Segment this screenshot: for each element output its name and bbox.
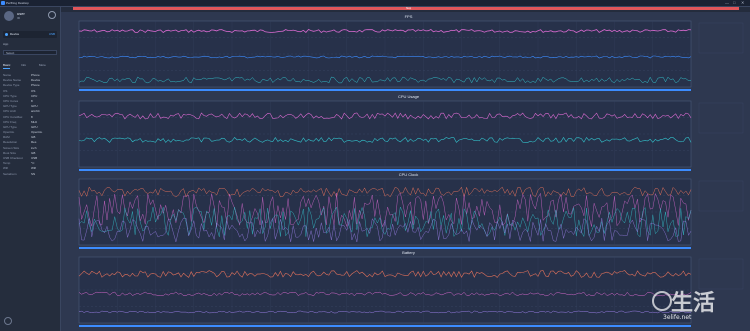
watermark-logo-text: 生活 — [671, 291, 716, 316]
top-strip: Stop — [61, 7, 750, 12]
tab-basic[interactable]: Basic — [3, 62, 11, 69]
app-select[interactable]: Select — [3, 50, 57, 55]
device-label: Device — [10, 32, 20, 36]
title-bar: PerfDog Desktop — □ ✕ — [0, 0, 750, 7]
app-label: App — [3, 42, 9, 46]
legend-box — [698, 22, 744, 54]
timeline-scrollbar — [79, 325, 691, 327]
close-button[interactable]: ✕ — [741, 0, 744, 6]
settings-icon[interactable] — [4, 317, 12, 325]
app-logo-icon — [1, 1, 5, 5]
watermark: 生活 3elife.net — [651, 283, 750, 331]
panel-fps: FPS — [71, 14, 746, 92]
gear-icon[interactable] — [48, 11, 56, 19]
device-info-list: Name Phone Device Name Device Device Type Pho… — [3, 73, 57, 177]
minimize-button[interactable]: — — [725, 0, 729, 6]
cpu-clock-chart[interactable] — [71, 172, 746, 250]
panel-cpu-clock: CPU Clock — [71, 172, 746, 250]
info-value: SN — [31, 171, 36, 176]
record-label: Stop — [406, 7, 412, 10]
watermark-url: 3elife.net — [663, 314, 692, 321]
user-id: ID — [17, 16, 20, 20]
info-key: Serialnum — [3, 171, 17, 176]
maximize-button[interactable]: □ — [733, 0, 735, 6]
info-row: Serialnum SN — [3, 172, 57, 177]
legend-box — [698, 102, 744, 134]
timeline-scrollbar — [79, 247, 691, 249]
connected-dot-icon — [5, 33, 8, 36]
battery-chart[interactable] — [71, 250, 746, 328]
cpu-usage-chart[interactable] — [71, 94, 746, 172]
tab-more[interactable]: More — [39, 62, 46, 68]
timeline-scrollbar — [79, 89, 691, 91]
tab-info[interactable]: Info — [21, 62, 26, 68]
main-area: Stop FPS CPU Usage CPU Clock Battery — [61, 7, 750, 331]
avatar[interactable] — [4, 11, 14, 21]
device-selector[interactable]: Device USB — [3, 31, 57, 38]
timeline-scrollbar — [79, 169, 691, 171]
usb-icon[interactable]: USB — [49, 31, 55, 38]
window-title: PerfDog Desktop — [6, 1, 29, 5]
watermark-logo-icon — [652, 291, 672, 311]
panel-battery: Battery — [71, 250, 746, 328]
sidebar: user ID Device USB App Select Basic Info… — [0, 7, 61, 331]
record-bar[interactable]: Stop — [73, 7, 739, 10]
legend-box — [698, 180, 744, 212]
panel-cpu-usage: CPU Usage — [71, 94, 746, 172]
fps-chart[interactable] — [71, 14, 746, 92]
info-tabs: Basic Info More — [3, 62, 57, 69]
